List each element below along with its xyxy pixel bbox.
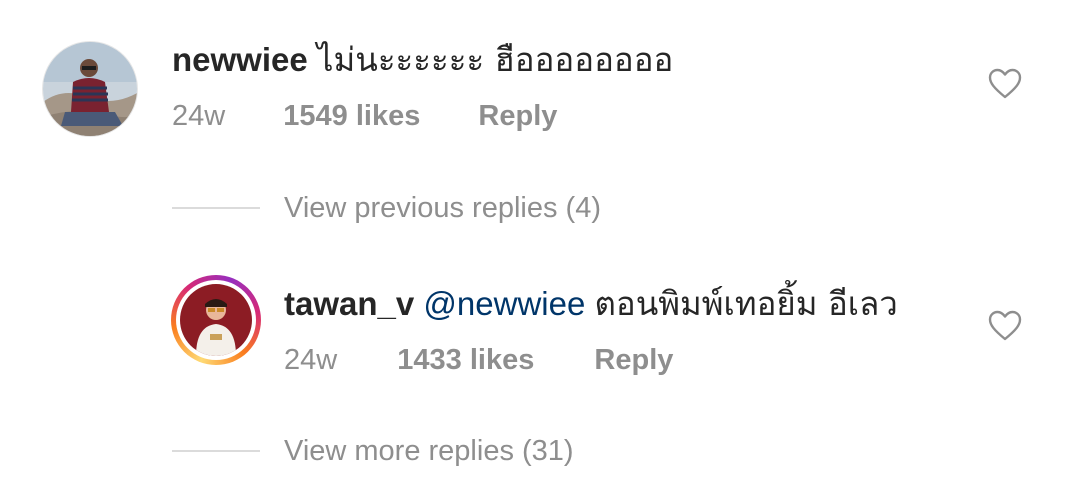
reply-likes[interactable]: 1433 likes (397, 344, 534, 376)
view-previous-replies[interactable]: View previous replies (4) (172, 190, 601, 226)
divider-line (172, 450, 260, 452)
avatar-tawan-v[interactable] (171, 275, 261, 365)
comment-meta: 24w 1549 likes Reply (172, 98, 557, 134)
divider-line (172, 207, 260, 209)
reply-mention-link[interactable]: @newwiee (423, 285, 585, 322)
avatar-newwiee-image (43, 42, 137, 136)
reply-username[interactable]: tawan_v (284, 285, 414, 322)
comment-likes[interactable]: 1549 likes (283, 100, 420, 132)
view-more-replies[interactable]: View more replies (31) (172, 433, 574, 469)
reply-text: ตอนพิมพ์เทอยิ้ม อีเลว (594, 284, 898, 323)
comment-time[interactable]: 24w (172, 100, 225, 132)
view-previous-replies-label: View previous replies (4) (284, 192, 601, 224)
reply-body: tawan_v @newwiee ตอนพิมพ์เทอยิ้ม อีเลว (284, 284, 898, 324)
heart-outline-icon[interactable] (988, 68, 1022, 100)
view-more-replies-label: View more replies (31) (284, 435, 574, 467)
comment-username[interactable]: newwiee (172, 41, 308, 78)
reply-time[interactable]: 24w (284, 344, 337, 376)
heart-outline-icon[interactable] (988, 310, 1022, 342)
comment-body: newwiee ไม่นะะะะะะ ฮืออออออออ (172, 40, 673, 80)
reply-reply-button[interactable]: Reply (594, 344, 673, 376)
avatar-newwiee[interactable] (42, 41, 138, 137)
comment-text: ไม่นะะะะะะ ฮืออออออออ (316, 40, 674, 79)
reply-meta: 24w 1433 likes Reply (284, 342, 673, 378)
comment-reply-button[interactable]: Reply (478, 100, 557, 132)
avatar-tawan-v-image (180, 284, 252, 356)
